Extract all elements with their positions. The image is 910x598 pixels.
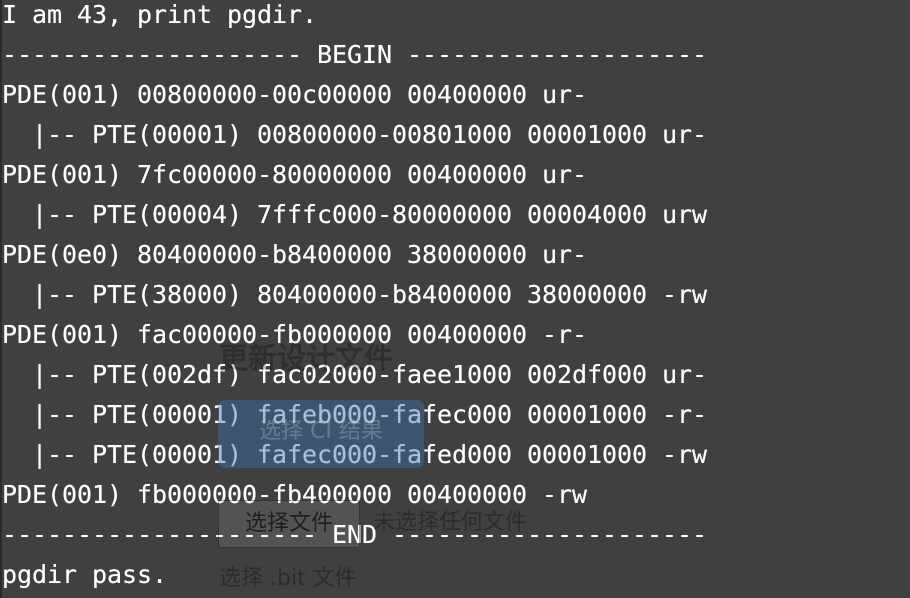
choose-file-label: 选择文件 (244, 511, 333, 536)
terminal-line: |-- PTE(00004) 7fffc000-80000000 0000400… (2, 200, 708, 229)
terminal-line: |-- PTE(00001) 00800000-00801000 0000100… (2, 120, 708, 149)
terminal-output: I am 43, print pgdir. ------------------… (0, 0, 910, 598)
terminal-line: -------------------- BEGIN -------------… (2, 40, 708, 69)
choose-file-button[interactable]: 选择文件 (218, 500, 360, 548)
terminal-line: PDE(001) fac00000-fb000000 00400000 -r- (2, 320, 588, 349)
select-ci-result-label: 选择 CI 结果 (259, 419, 383, 444)
terminal-line: pgdir pass. (2, 560, 168, 589)
terminal-line: |-- PTE(002df) fac02000-faee1000 002df00… (2, 360, 708, 389)
terminal-line: PDE(001) 7fc00000-80000000 00400000 ur- (2, 160, 588, 189)
terminal-line: PDE(001) 00800000-00c00000 00400000 ur- (2, 80, 588, 109)
terminal-line: I am 43, print pgdir. (2, 0, 318, 29)
terminal-line: |-- PTE(38000) 80400000-b8400000 3800000… (2, 280, 708, 309)
terminal-line: PDE(0e0) 80400000-b8400000 38000000 ur- (2, 240, 588, 269)
select-ci-result-button[interactable]: 选择 CI 结果 (218, 400, 424, 468)
